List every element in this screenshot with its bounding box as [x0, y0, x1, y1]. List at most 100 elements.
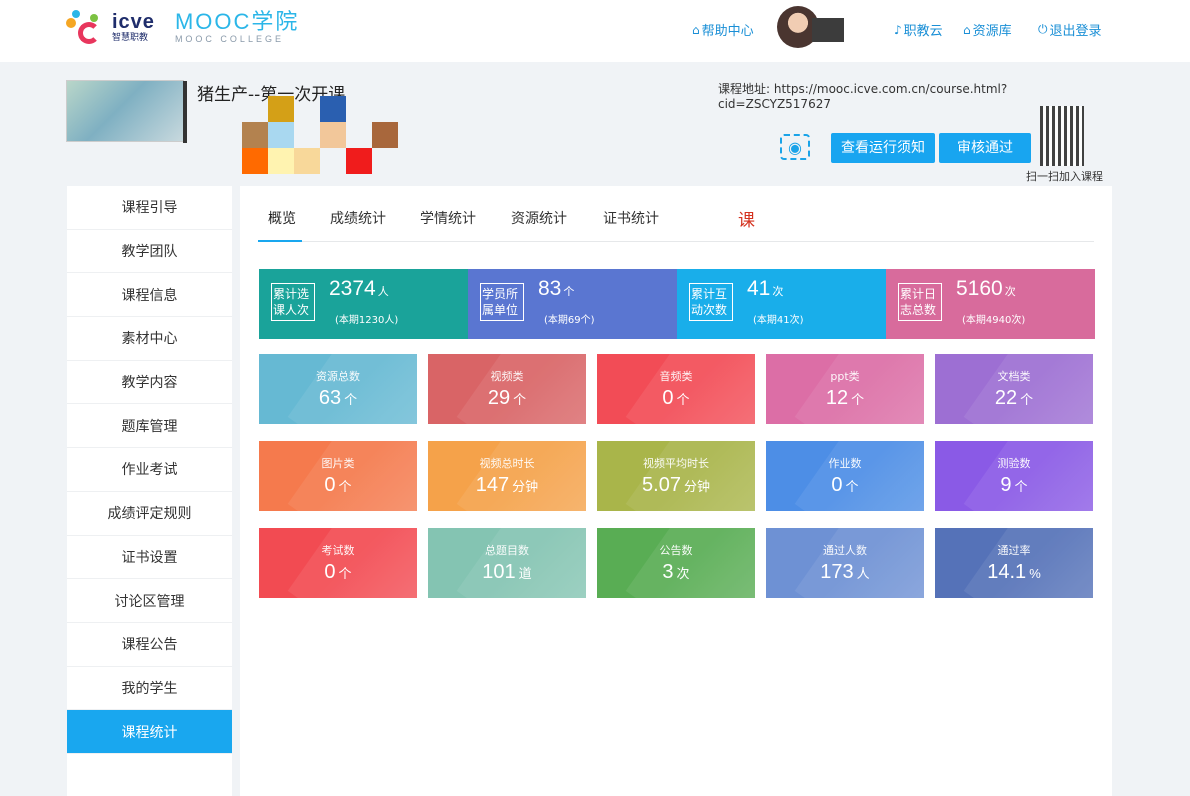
stat-tile: 资源总数 63 个	[259, 354, 417, 424]
stat-period: (本期69个)	[544, 315, 595, 326]
tile-unit: 道	[518, 566, 532, 581]
tile-unit: %	[1029, 566, 1041, 581]
tile-label: 音频类	[659, 370, 693, 383]
stat-period: (本期4940次)	[962, 315, 1026, 326]
icve-logo-icon	[64, 8, 108, 46]
stat-label: 累计日志总数	[898, 283, 942, 321]
sidebar-item[interactable]: 教学内容	[67, 361, 232, 405]
stat-period: (本期1230人)	[335, 315, 399, 326]
sidebar-item[interactable]: 作业考试	[67, 448, 232, 492]
tile-unit: 个	[1014, 479, 1028, 494]
tile-value: 0个	[597, 387, 755, 410]
sidebar-item[interactable]: 题库管理	[67, 404, 232, 449]
tile-label: 资源总数	[316, 370, 360, 383]
tile-value: 29 个	[428, 387, 586, 410]
tile-value: 0个	[259, 474, 417, 497]
tile-unit: 个	[513, 392, 527, 407]
tile-value: 22 个	[935, 387, 1093, 410]
tile-label: 测验数	[997, 457, 1031, 470]
resource-stat-tiles: 资源总数 63 个视频类 29 个音频类 0 个 ppt类 12 个文档类 22 个图片类 0 个视频总时…	[259, 354, 1095, 598]
sidebar-item[interactable]: 课程公告	[67, 623, 232, 667]
stat-tile: 测验数 9 个	[935, 441, 1093, 511]
tile-unit: 个	[338, 479, 352, 494]
tile-label: 图片类	[321, 457, 355, 470]
tile-number: 173	[820, 561, 854, 583]
sidebar-item[interactable]: 素材中心	[67, 317, 232, 361]
tile-value: 0个	[766, 474, 924, 497]
tile-unit: 个	[344, 392, 358, 407]
stat-value: 5160 次	[956, 277, 1016, 301]
view-notice-button[interactable]: 查看运行须知	[831, 133, 935, 163]
tile-value: 3次	[597, 561, 755, 584]
preview-eye-button[interactable]: ◉	[780, 134, 810, 160]
summary-stat-card: 学员所属单位 83 个 (本期69个)	[468, 269, 677, 339]
tab-0[interactable]: 概览	[268, 208, 296, 228]
tile-number: 14.1	[987, 561, 1027, 583]
tile-number: 22	[994, 387, 1018, 409]
tile-number: 0	[831, 474, 843, 496]
icve-logo-title: icve	[112, 10, 155, 33]
stat-tile: 总题目数 101 道	[428, 528, 586, 598]
tab-extra-text: 课	[738, 211, 755, 231]
sidebar-item[interactable]: 证书设置	[67, 536, 232, 580]
sidebar-item[interactable]: 课程信息	[67, 273, 232, 318]
summary-stat-card: 累计日志总数 5160 次 (本期4940次)	[886, 269, 1095, 339]
sidebar-item[interactable]: 我的学生	[67, 667, 232, 711]
tile-number: 0	[324, 474, 336, 496]
stat-number: 41	[747, 277, 771, 300]
tab-1[interactable]: 成绩统计	[330, 208, 386, 228]
sidebar-item[interactable]: 课程统计	[67, 710, 232, 754]
stat-value: 41 次	[747, 277, 783, 301]
tile-unit: 个	[338, 566, 352, 581]
stat-label: 学员所属单位	[480, 283, 524, 321]
tile-value: 173 人	[766, 561, 924, 584]
sidebar-item[interactable]: 讨论区管理	[67, 579, 232, 623]
tab-4[interactable]: 证书统计	[603, 208, 659, 228]
stat-label: 累计互动次数	[689, 283, 733, 321]
resource-label: 资源库	[972, 24, 1012, 39]
sidebar-item[interactable]: 成绩评定规则	[67, 492, 232, 536]
icve-logo-text: icve 智慧职教	[112, 12, 155, 43]
eye-icon: ◉	[788, 137, 802, 157]
home-icon: ⌂	[692, 22, 700, 37]
tab-2[interactable]: 学情统计	[420, 208, 476, 228]
tile-label: ppt类	[830, 370, 860, 383]
top-header: icve 智慧职教 MOOC学院 MOOC COLLEGE ⌂ 帮助中心 ♪ 职…	[0, 0, 1190, 62]
resource-link[interactable]: ⌂ 资源库	[963, 20, 1012, 40]
stat-tile: 视频类 29 个	[428, 354, 586, 424]
summary-stat-card: 累计选课人次 2374 人 (本期1230人)	[259, 269, 468, 339]
approve-button[interactable]: 审核通过	[939, 133, 1031, 163]
logout-link[interactable]: ⏻ 退出登录	[1038, 20, 1102, 39]
stats-tabs: 课 概览 成绩统计 学情统计 资源统计 证书统计	[258, 186, 1094, 242]
tab-3[interactable]: 资源统计	[511, 208, 567, 228]
help-center-link[interactable]: ⌂ 帮助中心	[692, 20, 754, 40]
sidebar-item[interactable]: 教学团队	[67, 230, 232, 274]
sidebar-item[interactable]: 课程引导	[67, 186, 232, 230]
avatar-redaction	[812, 18, 844, 42]
qr-caption: 扫一扫加入课程	[1026, 170, 1103, 183]
tile-number: 12	[825, 387, 849, 409]
stat-tile: 考试数 0 个	[259, 528, 417, 598]
stat-number: 5160	[956, 277, 1003, 300]
site-logo[interactable]: icve 智慧职教 MOOC学院 MOOC COLLEGE	[64, 8, 299, 46]
cloud-link[interactable]: ♪ 职教云	[894, 20, 943, 40]
tile-number: 147	[475, 474, 510, 496]
tile-value: 147 分钟	[428, 474, 586, 497]
stat-unit: 次	[772, 286, 784, 298]
stat-tile: 音频类 0 个	[597, 354, 755, 424]
stat-value: 2374 人	[329, 277, 389, 301]
course-thumbnail	[66, 80, 187, 143]
logout-label: 退出登录	[1049, 24, 1102, 39]
stat-unit: 人	[377, 286, 389, 298]
tile-label: 公告数	[659, 544, 693, 557]
tile-unit: 个	[676, 392, 690, 407]
qr-code-icon	[1040, 106, 1084, 166]
tile-number: 5.07	[642, 474, 681, 496]
mooc-logo-title: MOOC学院	[174, 8, 300, 34]
tile-value: 12 个	[766, 387, 924, 410]
mooc-logo-subtitle: MOOC COLLEGE	[174, 33, 284, 44]
tile-value: 0个	[259, 561, 417, 584]
stat-period: (本期41次)	[753, 315, 804, 326]
tile-label: 通过率	[997, 544, 1031, 557]
tile-unit: 次	[676, 566, 690, 581]
